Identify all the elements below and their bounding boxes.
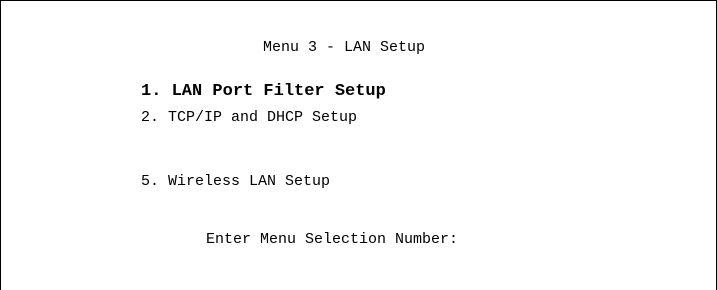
selection-prompt: Enter Menu Selection Number: (206, 231, 459, 248)
menu-item-lan-port-filter-setup[interactable]: 1. LAN Port Filter Setup (141, 83, 386, 101)
menu-title: Menu 3 - LAN Setup (263, 39, 426, 56)
menu-item-wireless-lan-setup[interactable]: 5. Wireless LAN Setup (141, 173, 330, 191)
menu-item-tcpip-dhcp-setup[interactable]: 2. TCP/IP and DHCP Setup (141, 109, 357, 127)
terminal-screen: Menu 3 - LAN Setup 1. LAN Port Filter Se… (0, 0, 717, 290)
